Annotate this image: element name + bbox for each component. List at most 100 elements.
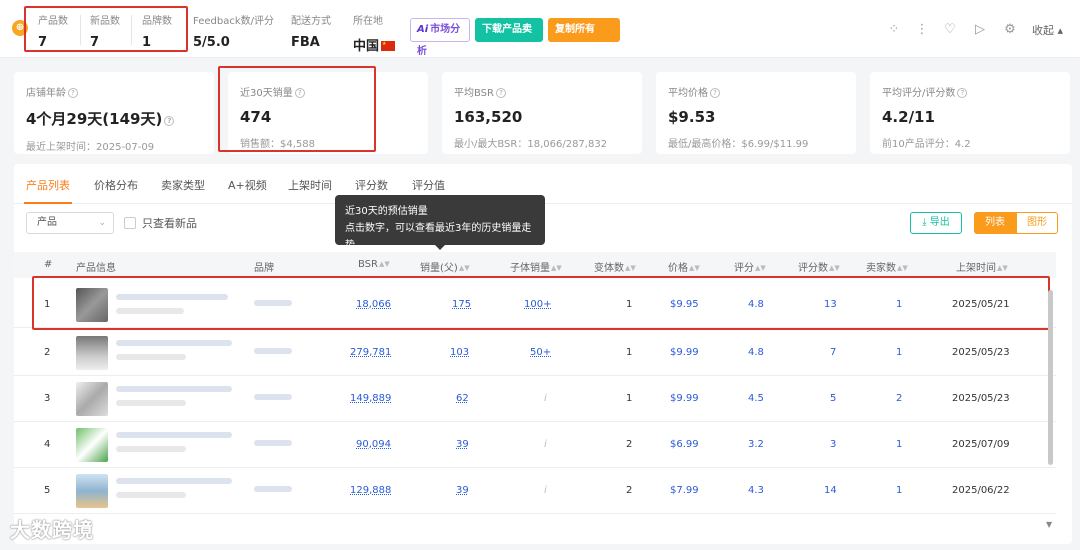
brand-redacted[interactable]	[254, 348, 292, 354]
tab-aplus-video[interactable]: A+视频	[228, 177, 267, 193]
bsr-link[interactable]: 279,781	[350, 347, 391, 358]
card-avg-rating: 平均评分/评分数? 4.2/11 前10产品评分：4.2	[870, 72, 1070, 154]
list-date-value: 2025/05/21	[952, 299, 1010, 310]
sales-link[interactable]: 103	[450, 347, 469, 358]
child-sales-info-icon[interactable]: i	[544, 485, 547, 496]
bsr-link[interactable]: 18,066	[356, 299, 391, 310]
product-title-redacted[interactable]	[116, 432, 232, 438]
variants-value: 2	[626, 485, 633, 496]
tab-review-count[interactable]: 评分数	[355, 177, 388, 193]
table-row[interactable]: 5 129,888 39 i 2 $7.99 4.3 14 1 2025/06/…	[14, 468, 1056, 514]
stat-value: 7	[38, 35, 48, 50]
col-reviews[interactable]: 评分数▲▼	[798, 259, 840, 274]
tab-price-distribution[interactable]: 价格分布	[94, 177, 138, 193]
active-tab-indicator	[24, 202, 72, 204]
table-row[interactable]: 4 90,094 39 i 2 $6.99 3.2 3 1 2025/07/09	[14, 422, 1056, 468]
help-icon: ?	[957, 88, 968, 98]
vertical-scrollbar[interactable]	[1048, 290, 1053, 465]
col-rating[interactable]: 评分▲▼	[734, 259, 766, 274]
col-price[interactable]: 价格▲▼	[668, 259, 700, 274]
stat-new-count: 新品数 7	[90, 12, 120, 50]
card-sub: 最低/最高价格：$6.99/$11.99	[668, 139, 809, 150]
product-thumbnail[interactable]	[76, 474, 108, 508]
download-selling-points-button[interactable]: 下载产品卖点	[475, 18, 543, 57]
child-sales-info-icon[interactable]: i	[544, 393, 547, 404]
product-title-redacted[interactable]	[116, 478, 232, 484]
col-sellers[interactable]: 卖家数▲▼	[866, 259, 908, 274]
location-text: 中国	[353, 39, 380, 54]
col-variants[interactable]: 变体数▲▼	[594, 259, 636, 274]
stat-label: 新品数	[90, 16, 120, 27]
product-title-redacted[interactable]	[116, 340, 232, 346]
product-meta-redacted	[116, 446, 186, 452]
brand-redacted[interactable]	[254, 440, 292, 446]
rating-value: 3.2	[748, 439, 764, 450]
sales-link[interactable]: 62	[456, 393, 469, 404]
product-thumbnail[interactable]	[76, 288, 108, 322]
bsr-link[interactable]: 90,094	[356, 439, 391, 450]
product-thumbnail[interactable]	[76, 382, 108, 416]
copy-all-asin-button[interactable]: 复制所有ASIN	[548, 18, 620, 57]
product-thumbnail[interactable]	[76, 428, 108, 462]
col-bsr[interactable]: BSR▲▼	[358, 259, 390, 270]
more-icon[interactable]: ⋮	[912, 20, 932, 40]
collapse-button[interactable]: 收起 ▴	[1032, 22, 1063, 38]
view-list-button[interactable]: 列表	[974, 212, 1016, 234]
grid-icon[interactable]: ⁘	[884, 20, 904, 40]
bsr-link[interactable]: 149,889	[350, 393, 391, 404]
reviews-value: 7	[830, 347, 837, 358]
brand-redacted[interactable]	[254, 486, 292, 492]
price-value: $9.99	[670, 347, 699, 358]
export-button[interactable]: ⤓ 导出	[910, 212, 962, 234]
card-title: 平均BSR?	[454, 84, 630, 99]
card-sub: 前10产品评分：4.2	[882, 139, 971, 150]
col-sales[interactable]: 销量(父)▲▼	[420, 259, 470, 274]
price-value: $9.95	[670, 299, 699, 310]
variants-value: 1	[626, 299, 633, 310]
card-value: 474	[240, 108, 272, 126]
video-icon[interactable]: ▷	[970, 20, 990, 40]
product-thumbnail[interactable]	[76, 336, 108, 370]
bsr-link[interactable]: 129,888	[350, 485, 391, 496]
scroll-down-icon[interactable]: ▼	[1046, 520, 1052, 529]
col-list-date[interactable]: 上架时间▲▼	[956, 259, 1008, 274]
tab-product-list[interactable]: 产品列表	[26, 177, 70, 193]
heart-icon[interactable]: ♡	[940, 20, 960, 40]
sales-link[interactable]: 39	[456, 485, 469, 496]
card-title: 平均评分/评分数?	[882, 84, 1058, 99]
tab-listing-time[interactable]: 上架时间	[288, 177, 332, 193]
sales-tooltip: 近30天的预估销量 点击数字，可以查看最近3年的历史销量走势	[335, 195, 545, 251]
stat-value: 中国	[353, 35, 396, 54]
product-title-redacted[interactable]	[116, 294, 228, 300]
settings-icon[interactable]: ⚙	[1000, 20, 1020, 40]
view-chart-button[interactable]: 图形	[1016, 212, 1058, 234]
download-icon: ⤓	[922, 217, 930, 228]
brand-redacted[interactable]	[254, 394, 292, 400]
product-title-redacted[interactable]	[116, 386, 232, 392]
new-only-checkbox[interactable]	[124, 217, 136, 229]
card-30day-sales: 近30天销量? 474 销售额：$4,588	[228, 72, 428, 154]
child-sales-link[interactable]: 50+	[530, 347, 551, 358]
child-sales-link[interactable]: 100+	[524, 299, 551, 310]
ai-market-analysis-button[interactable]: Ai 市场分析	[410, 18, 470, 57]
search-type-select[interactable]: 产品 ⌄	[26, 212, 114, 234]
sales-link[interactable]: 175	[452, 299, 471, 310]
button-label: 导出	[929, 217, 950, 228]
tab-seller-type[interactable]: 卖家类型	[161, 177, 205, 193]
table-row[interactable]: 1 18,066 175 100+ 1 $9.95 4.8 13 1 2025/…	[14, 282, 1056, 328]
sales-link[interactable]: 39	[456, 439, 469, 450]
stat-label: 产品数	[38, 16, 68, 27]
col-child-sales[interactable]: 子体销量▲▼	[510, 259, 562, 274]
stat-value: 7	[90, 35, 100, 50]
brand-redacted[interactable]	[254, 300, 292, 306]
reviews-value: 13	[824, 299, 837, 310]
table-row[interactable]: 3 149,889 62 i 1 $9.99 4.5 5 2 2025/05/2…	[14, 376, 1056, 422]
sort-icon: ▲▼	[755, 264, 766, 272]
col-index: #	[44, 259, 53, 270]
table-row[interactable]: 2 279,781 103 50+ 1 $9.99 4.8 7 1 2025/0…	[14, 330, 1056, 376]
tab-rating[interactable]: 评分值	[412, 177, 445, 193]
chevron-down-icon: ⌄	[98, 218, 106, 228]
card-value: 163,520	[454, 108, 523, 126]
stat-fulfillment: 配送方式 FBA	[291, 12, 331, 50]
child-sales-info-icon[interactable]: i	[544, 439, 547, 450]
